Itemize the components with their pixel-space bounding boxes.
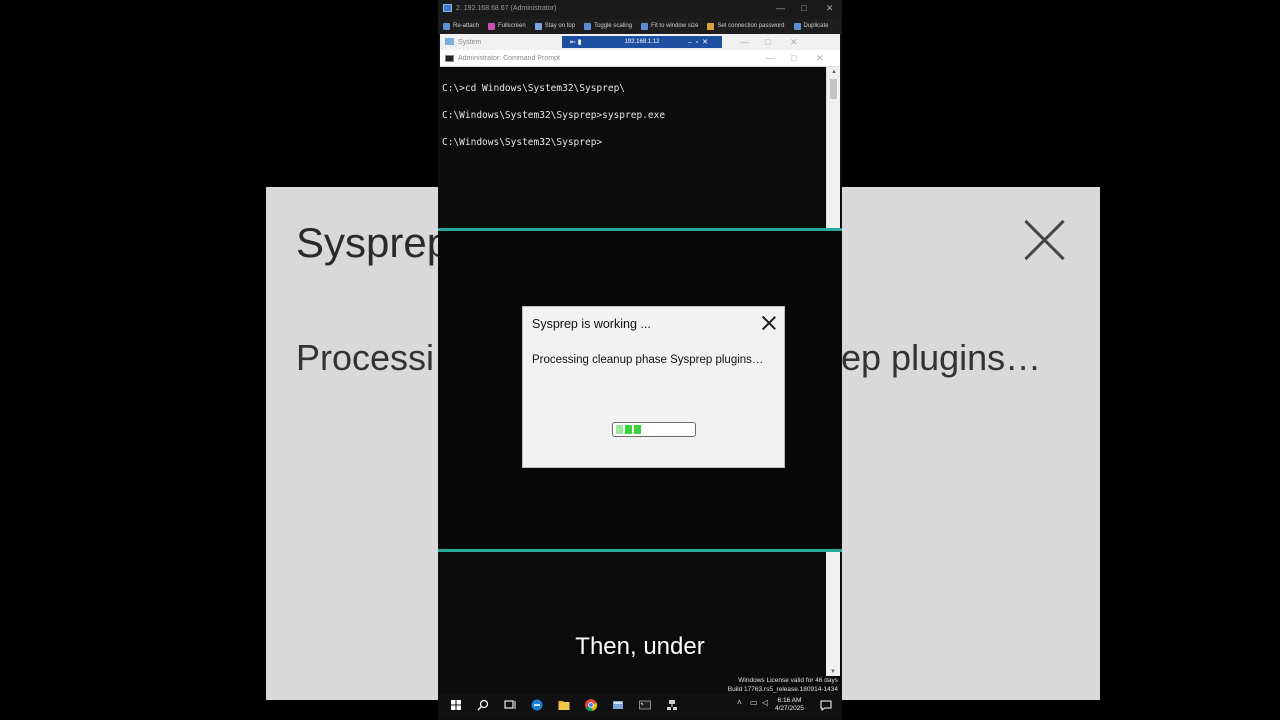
zoom-icon <box>584 22 592 30</box>
scroll-up-icon[interactable]: ▲ <box>831 69 837 75</box>
cmd-line: C:\>cd Windows\System32\Sysprep\ <box>442 83 626 94</box>
reattach-button[interactable]: Re-attach <box>443 22 479 30</box>
system-window-title: System <box>458 39 482 46</box>
dialog-title: Sysprep is working ... <box>532 317 651 331</box>
license-watermark: Windows License valid for 46 days Build … <box>728 676 838 694</box>
connection-ip: 192.168.1.12 <box>624 39 660 45</box>
duplicate-button[interactable]: Duplicate <box>793 22 829 30</box>
scroll-down-icon[interactable]: ▼ <box>830 669 836 675</box>
connection-bar: ⇤ ▮ 192.168.1.12 –▫✕ <box>562 36 722 48</box>
terminal-icon <box>445 55 454 62</box>
background-body-left: Processi <box>296 337 435 378</box>
cmd-minimize-button[interactable]: — <box>766 53 775 63</box>
cmd-line: C:\Windows\System32\Sysprep> <box>442 137 603 148</box>
rdp-toolbar: Re-attach Fullscreen Stay on top Toggle … <box>438 18 842 34</box>
rdp-window-title: 2. 192.168.68.67 (Administrator) <box>456 5 557 12</box>
cmd-window-title: Administrator: Command Prompt <box>458 55 560 62</box>
folder-icon[interactable] <box>557 698 571 712</box>
cmd-scrollbar[interactable]: ▲ <box>826 67 840 228</box>
connection-controls[interactable]: –▫✕ <box>688 38 712 46</box>
cmd-close-button[interactable]: ✕ <box>816 53 824 64</box>
volume-icon[interactable]: ◁ <box>762 698 768 707</box>
background-title: Sysprep <box>296 219 451 266</box>
progress-bar <box>612 422 696 437</box>
cmd-maximize-button[interactable]: □ <box>791 53 796 63</box>
rdp-titlebar: 2. 192.168.68.67 (Administrator) — □ ✕ <box>438 0 842 18</box>
cmd-titlebar: Administrator: Command Prompt — □ ✕ <box>440 50 840 67</box>
reattach-icon <box>443 22 450 30</box>
video-column: 2. 192.168.68.67 (Administrator) — □ ✕ R… <box>438 0 842 720</box>
fullscreen-button[interactable]: Fullscreen <box>488 22 526 30</box>
scroll-thumb[interactable] <box>830 79 837 99</box>
system-maximize-button[interactable]: □ <box>765 37 770 47</box>
key-icon <box>707 22 715 30</box>
fit-icon <box>641 22 649 30</box>
network-icon[interactable]: ▭ <box>750 698 758 707</box>
tray-chevron-icon[interactable]: ˄ <box>737 698 742 707</box>
system-minimize-button[interactable]: — <box>740 37 749 47</box>
search-icon[interactable] <box>476 698 490 712</box>
task-view-icon[interactable] <box>503 698 517 712</box>
signal-icon: ⇤ ▮ <box>570 39 582 46</box>
build-line: Build 17763.rs5_release.180914-1434 <box>727 686 838 693</box>
cmd-taskbar-icon[interactable] <box>638 698 652 712</box>
stay-on-top-button[interactable]: Stay on top <box>534 22 575 30</box>
system-clock[interactable]: 6:16 AM 4/27/2025 <box>775 697 804 713</box>
edge-icon[interactable] <box>530 698 544 712</box>
license-line: Windows License valid for 46 days <box>738 677 838 684</box>
duplicate-icon <box>793 22 801 30</box>
background-body-right: ep plugins… <box>841 337 1042 378</box>
cmd-line: C:\Windows\System32\Sysprep>sysprep.exe <box>442 110 666 121</box>
remote-desktop-top: System ⇤ ▮ 192.168.1.12 –▫✕ — □ ✕ Admini… <box>440 34 840 228</box>
clock-time: 6:16 AM <box>777 697 802 704</box>
toggle-scaling-button[interactable]: Toggle scaling <box>584 22 632 30</box>
clock-date: 4/27/2025 <box>775 705 804 712</box>
set-password-button[interactable]: Set connection password <box>707 22 785 30</box>
system-window-titlebar: System ⇤ ▮ 192.168.1.12 –▫✕ — □ ✕ <box>440 34 840 50</box>
progress-block <box>625 425 632 434</box>
progress-block <box>616 425 623 434</box>
minimize-button[interactable]: — <box>776 3 785 13</box>
server-manager-icon[interactable] <box>611 698 625 712</box>
system-icon <box>445 38 454 45</box>
dialog-close-icon[interactable] <box>761 315 777 331</box>
taskbar: ˄ ▭ ◁ 6:16 AM 4/27/2025 <box>440 694 840 716</box>
dialog-message: Processing cleanup phase Sysprep plugins… <box>532 354 764 366</box>
maximize-button[interactable]: □ <box>801 3 806 13</box>
monitor-icon <box>443 4 452 12</box>
dialog-region: Sysprep is working ... Processing cleanu… <box>438 231 842 549</box>
network-admin-icon[interactable] <box>665 698 679 712</box>
video-subtitle: Then, under <box>575 633 705 660</box>
background-close-icon <box>1023 217 1067 261</box>
pin-icon <box>534 22 542 30</box>
fullscreen-icon <box>488 22 496 30</box>
close-button[interactable]: ✕ <box>826 3 834 14</box>
notification-icon[interactable] <box>819 698 833 712</box>
system-close-button[interactable]: ✕ <box>790 37 798 48</box>
sysprep-dialog: Sysprep is working ... Processing cleanu… <box>522 306 785 468</box>
chrome-icon[interactable] <box>584 698 598 712</box>
fit-window-button[interactable]: Fit to window size <box>641 22 698 30</box>
cmd-console[interactable]: C:\>cd Windows\System32\Sysprep\ C:\Wind… <box>440 67 826 228</box>
windows-start-icon[interactable] <box>449 698 463 712</box>
progress-block <box>634 425 641 434</box>
